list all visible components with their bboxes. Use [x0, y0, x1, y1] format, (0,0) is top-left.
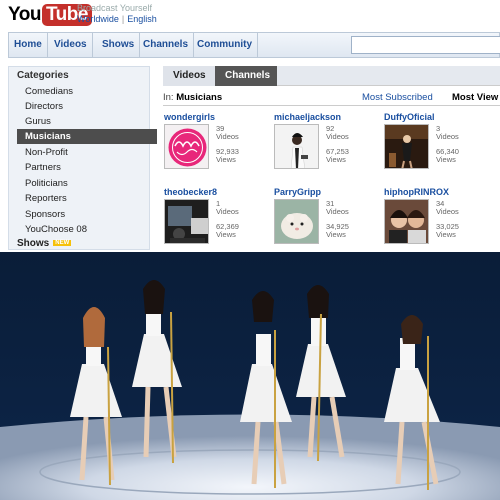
- filter-bar: In: Musicians Most Subscribed Most View: [163, 90, 500, 106]
- videos-label: Videos: [216, 132, 239, 141]
- shows-label: Shows: [17, 238, 50, 249]
- new-badge: NEW: [53, 240, 72, 247]
- sidebar-item-musicians[interactable]: Musicians: [17, 129, 157, 144]
- sidebar-item-reporters[interactable]: Reporters: [25, 191, 67, 206]
- sidebar-item-youchoose[interactable]: YouChoose 08: [25, 222, 87, 237]
- channel-name[interactable]: ParryGripp: [274, 187, 321, 197]
- tagline: Broadcast Yourself: [77, 3, 153, 13]
- sidebar-item-politicians[interactable]: Politicians: [25, 176, 68, 191]
- channel-thumbnail[interactable]: [164, 199, 209, 244]
- channel-card[interactable]: michaeljackson 92 Videos 67,253 Views: [274, 112, 382, 174]
- views-label: Views: [326, 155, 346, 164]
- channel-thumbnail[interactable]: [274, 124, 319, 169]
- sidebar-item-directors[interactable]: Directors: [25, 99, 63, 114]
- videos-label: Videos: [436, 132, 459, 141]
- views-label: Views: [326, 230, 346, 239]
- videos-label: Videos: [436, 207, 459, 216]
- videos-label: Videos: [216, 207, 239, 216]
- categories-sidebar: Categories Comedians Directors Gurus Mus…: [8, 66, 157, 250]
- in-value: Musicians: [176, 92, 223, 103]
- search-input[interactable]: [351, 36, 500, 54]
- content-tabs: Videos Channels: [163, 66, 500, 86]
- tab-videos[interactable]: Videos: [163, 66, 215, 86]
- channel-card[interactable]: DuffyOficial 3 Videos 66,340 Views: [384, 112, 492, 174]
- videos-label: Videos: [326, 207, 349, 216]
- channel-card[interactable]: hiphopRINROX 34 Videos 33,025 Views: [384, 187, 492, 249]
- channel-card[interactable]: ParryGripp 31 Videos 34,925 Views: [274, 187, 382, 249]
- nav-community[interactable]: Community: [192, 33, 258, 57]
- views-label: Views: [216, 155, 236, 164]
- views-label: Views: [216, 230, 236, 239]
- sidebar-item-sponsors[interactable]: Sponsors: [25, 207, 65, 222]
- channel-name[interactable]: theobecker8: [164, 187, 217, 197]
- channel-name[interactable]: hiphopRINROX: [384, 187, 449, 197]
- channel-thumbnail[interactable]: [274, 199, 319, 244]
- channel-thumbnail[interactable]: [384, 199, 429, 244]
- categories-title: Categories: [17, 70, 69, 81]
- channel-name[interactable]: wondergirls: [164, 112, 215, 122]
- youtube-page: You Tube Broadcast Yourself Worldwide | En…: [0, 0, 500, 250]
- channel-thumbnail[interactable]: [384, 124, 429, 169]
- concert-photo: [0, 252, 500, 500]
- views-label: Views: [436, 155, 456, 164]
- in-label: In:: [163, 92, 174, 103]
- channel-card[interactable]: wondergirls 39 Videos 92,933 Views: [164, 112, 272, 174]
- shows-heading[interactable]: Shows NEW: [17, 238, 72, 249]
- channel-name[interactable]: michaeljackson: [274, 112, 341, 122]
- channel-thumbnail[interactable]: [164, 124, 209, 169]
- logo-you-text: You: [8, 4, 41, 25]
- divider: [163, 105, 500, 106]
- sort-most-viewed[interactable]: Most View: [452, 92, 498, 103]
- sidebar-item-gurus[interactable]: Gurus: [25, 114, 51, 129]
- views-label: Views: [436, 230, 456, 239]
- nav-shows[interactable]: Shows: [97, 33, 141, 57]
- locale-links: Worldwide | English: [77, 14, 157, 24]
- tab-channels[interactable]: Channels: [215, 66, 277, 86]
- main-nav: Home Videos Shows Channels Community: [8, 32, 500, 58]
- region-link[interactable]: Worldwide: [77, 14, 119, 24]
- sidebar-item-comedians[interactable]: Comedians: [25, 84, 73, 99]
- nav-home[interactable]: Home: [9, 33, 48, 57]
- sort-most-subscribed[interactable]: Most Subscribed: [362, 92, 433, 103]
- locale-separator: |: [121, 14, 125, 24]
- channel-card[interactable]: theobecker8 1 Videos 62,369 Views: [164, 187, 272, 249]
- sidebar-item-partners[interactable]: Partners: [25, 160, 61, 175]
- nav-channels[interactable]: Channels: [138, 33, 195, 57]
- nav-videos[interactable]: Videos: [49, 33, 93, 57]
- language-link[interactable]: English: [127, 14, 157, 24]
- category-filter: In: Musicians: [163, 92, 222, 103]
- sidebar-item-non-profit[interactable]: Non-Profit: [25, 145, 68, 160]
- channel-name[interactable]: DuffyOficial: [384, 112, 435, 122]
- videos-label: Videos: [326, 132, 349, 141]
